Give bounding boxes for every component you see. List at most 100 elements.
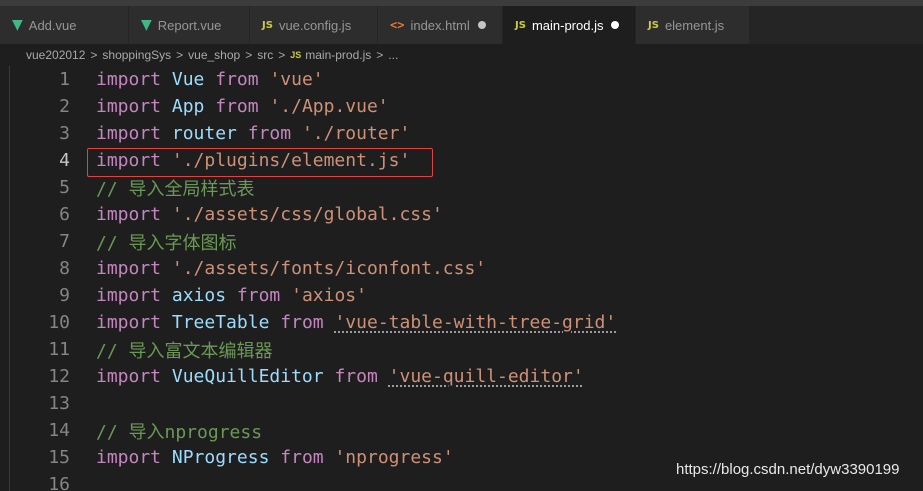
tab-label: Report.vue bbox=[157, 17, 222, 33]
code-token: 'vue' bbox=[269, 69, 324, 90]
unsaved-dot-icon[interactable] bbox=[611, 21, 620, 29]
js-icon: JS bbox=[515, 19, 526, 31]
breadcrumb-item[interactable]: vue202012 bbox=[26, 48, 85, 62]
code-token: import bbox=[96, 285, 162, 306]
code-token: './plugins/element.js' bbox=[171, 150, 411, 171]
code-token: // 导入富文本编辑器 bbox=[96, 340, 273, 362]
code-text: import './assets/css/global.css' bbox=[96, 201, 443, 228]
tab-add-vue[interactable]: ▼ Add.vue bbox=[0, 6, 129, 44]
code-line[interactable]: 2 import App from './App.vue' bbox=[0, 93, 923, 120]
code-token: // 导入全局样式表 bbox=[96, 178, 255, 200]
breadcrumb-item[interactable]: main-prod.js bbox=[305, 48, 371, 62]
code-line[interactable]: 12 import VueQuillEditor from 'vue-quill-… bbox=[0, 363, 923, 390]
breadcrumb-item[interactable]: ... bbox=[388, 48, 398, 62]
code-line[interactable]: 11 // 导入富文本编辑器 bbox=[0, 336, 923, 363]
line-number: 2 bbox=[59, 96, 70, 117]
line-number: 9 bbox=[59, 285, 70, 306]
code-line[interactable]: 4 import './plugins/element.js' bbox=[0, 147, 923, 174]
line-number: 7 bbox=[59, 231, 70, 252]
code-line[interactable]: 8 import './assets/fonts/iconfont.css' bbox=[0, 255, 923, 282]
line-number: 1 bbox=[59, 69, 70, 90]
code-text: import Vue from 'vue' bbox=[96, 66, 324, 93]
breadcrumb-item[interactable]: shoppingSys bbox=[102, 48, 171, 62]
js-icon: JS bbox=[262, 19, 273, 31]
code-token: from bbox=[280, 312, 324, 333]
line-number: 6 bbox=[59, 204, 70, 225]
line-number: 4 bbox=[59, 150, 70, 171]
breadcrumb-item[interactable]: src bbox=[257, 48, 273, 62]
code-token: 'nprogress' bbox=[334, 447, 454, 468]
code-token: import bbox=[96, 69, 162, 90]
tab-report-vue[interactable]: ▼ Report.vue bbox=[129, 6, 250, 44]
code-line[interactable]: 6 import './assets/css/global.css' bbox=[0, 201, 923, 228]
code-token: './App.vue' bbox=[269, 96, 389, 117]
code-line[interactable]: 3 import router from './router' bbox=[0, 120, 923, 147]
code-line[interactable]: 9 import axios from 'axios' bbox=[0, 282, 923, 309]
line-number: 10 bbox=[48, 312, 70, 333]
code-line[interactable]: 7 // 导入字体图标 bbox=[0, 228, 923, 255]
breadcrumb-item[interactable]: vue_shop bbox=[188, 48, 240, 62]
tab-label: main-prod.js bbox=[531, 17, 604, 33]
code-line[interactable]: 13 bbox=[0, 390, 923, 417]
breadcrumb-separator: > bbox=[245, 48, 253, 62]
code-token: import bbox=[96, 447, 162, 468]
code-token: from bbox=[247, 123, 292, 144]
breadcrumb: vue202012 > shoppingSys > vue_shop > src > JS mai… bbox=[0, 44, 923, 66]
code-token: import bbox=[96, 123, 162, 144]
tab-main-prod-js[interactable]: JS main-prod.js bbox=[503, 6, 636, 44]
code-token: './assets/css/global.css' bbox=[171, 204, 443, 225]
breadcrumb-separator: > bbox=[376, 48, 384, 62]
line-number: 8 bbox=[59, 258, 70, 279]
code-token: import bbox=[96, 96, 162, 117]
code-text: import './assets/fonts/iconfont.css' bbox=[96, 255, 486, 282]
tab-vue-config-js[interactable]: JS vue.config.js bbox=[250, 6, 378, 44]
code-token: './router' bbox=[301, 123, 411, 144]
code-token: VueQuillEditor bbox=[171, 366, 324, 387]
code-editor[interactable]: 1 import Vue from 'vue' 2 import App from '… bbox=[0, 66, 923, 491]
code-token: router bbox=[171, 123, 237, 144]
breadcrumb-separator: > bbox=[176, 48, 184, 62]
code-token: import bbox=[96, 204, 162, 225]
code-line[interactable]: 14 // 导入nprogress bbox=[0, 417, 923, 444]
vue-icon: ▼ bbox=[141, 17, 152, 33]
line-number: 15 bbox=[48, 447, 70, 468]
code-token: 'vue-quill-editor' bbox=[388, 366, 584, 387]
html-icon: <> bbox=[390, 18, 405, 32]
code-token: from bbox=[236, 285, 281, 306]
tab-label: vue.config.js bbox=[278, 17, 352, 33]
line-number: 3 bbox=[59, 123, 70, 144]
code-token: import bbox=[96, 312, 162, 333]
unsaved-dot-icon[interactable] bbox=[477, 21, 486, 29]
code-token: from bbox=[280, 447, 324, 468]
code-line[interactable]: 10 import TreeTable from 'vue-table-with-… bbox=[0, 309, 923, 336]
code-token: import bbox=[96, 366, 162, 387]
tab-index-html[interactable]: <> index.html bbox=[378, 6, 503, 44]
code-token: import bbox=[96, 258, 162, 279]
code-token: 'axios' bbox=[291, 285, 367, 306]
code-token: './assets/fonts/iconfont.css' bbox=[171, 258, 487, 279]
code-text: import router from './router' bbox=[96, 120, 410, 147]
line-number: 13 bbox=[48, 393, 70, 414]
code-token: App bbox=[171, 96, 205, 117]
code-token: from bbox=[334, 366, 378, 387]
code-text: import './plugins/element.js' bbox=[96, 147, 410, 174]
code-line[interactable]: 5 // 导入全局样式表 bbox=[0, 174, 923, 201]
tab-element-js[interactable]: JS element.js bbox=[636, 6, 750, 44]
code-line[interactable]: 1 import Vue from 'vue' bbox=[0, 66, 923, 93]
code-text: import axios from 'axios' bbox=[96, 282, 367, 309]
code-token: axios bbox=[171, 285, 227, 306]
